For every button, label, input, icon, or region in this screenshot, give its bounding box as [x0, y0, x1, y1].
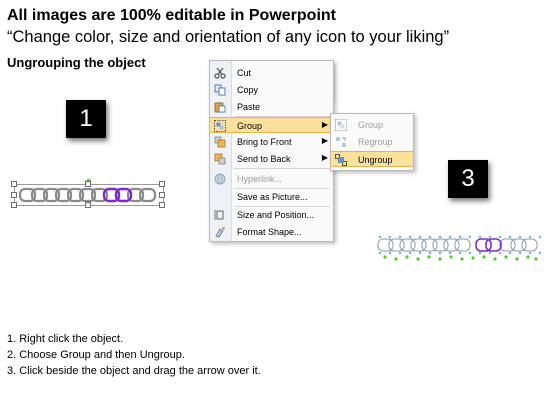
menu-item-label: Size and Position... — [237, 210, 315, 220]
menu-item-size-and-position[interactable]: Size and Position... — [210, 207, 333, 223]
grouped-chain-object[interactable] — [11, 179, 165, 208]
ungroup-icon — [335, 154, 347, 166]
page-subtitle: “Change color, size and orientation of a… — [7, 28, 450, 46]
menu-separator — [234, 168, 330, 169]
menu-item-label: Save as Picture... — [237, 192, 308, 202]
submenu-item-label: Group — [358, 120, 384, 130]
size-icon — [214, 210, 224, 220]
group-submenu: Group Regroup Ungroup — [330, 113, 414, 171]
page-headline: All images are 100% editable in Powerpoi… — [7, 7, 336, 24]
clipboard-icon — [214, 102, 226, 113]
group-icon — [335, 119, 347, 131]
menu-item-label: Group — [237, 121, 263, 131]
instruction-step-2: 2. Choose Group and then Ungroup. — [7, 349, 185, 361]
instruction-step-3: 3. Click beside the object and drag the … — [7, 365, 261, 377]
menu-item-group[interactable]: Group ▶ — [210, 117, 333, 133]
resize-handle[interactable] — [159, 192, 165, 198]
menu-item-label: Send to Back — [237, 154, 291, 164]
scissors-icon — [214, 67, 226, 79]
resize-handle[interactable] — [159, 181, 165, 187]
resize-handle[interactable] — [85, 202, 91, 208]
menu-item-cut[interactable]: Cut — [210, 65, 333, 81]
bring-to-front-icon — [214, 136, 226, 148]
menu-item-hyperlink[interactable]: Hyperlink... — [210, 171, 333, 187]
instruction-step-1: 1. Right click the object. — [7, 333, 124, 345]
menu-item-label: Paste — [237, 102, 261, 112]
resize-handle[interactable] — [11, 192, 17, 198]
menu-item-label: Copy — [237, 85, 259, 95]
submenu-arrow-icon: ▶ — [321, 120, 328, 129]
paint-icon — [215, 227, 225, 238]
menu-item-label: Cut — [237, 68, 252, 78]
instructions-list: 1. Right click the object. 2. Choose Gro… — [7, 331, 261, 379]
resize-handle[interactable] — [85, 181, 91, 187]
resize-handle[interactable] — [11, 202, 17, 208]
resize-handle[interactable] — [159, 202, 165, 208]
regroup-icon — [336, 137, 346, 147]
submenu-item-ungroup[interactable]: Ungroup — [331, 151, 413, 167]
resize-handle[interactable] — [11, 181, 17, 187]
menu-item-send-to-back[interactable]: Send to Back ▶ — [210, 151, 333, 167]
step-3-box: 3 — [448, 160, 488, 198]
menu-item-bring-to-front[interactable]: Bring to Front ▶ — [210, 134, 333, 150]
globe-icon — [214, 173, 226, 185]
submenu-arrow-icon: ▶ — [321, 153, 328, 162]
copy-icon — [214, 84, 226, 96]
menu-item-format-shape[interactable]: Format Shape... — [210, 224, 333, 240]
submenu-item-group[interactable]: Group — [331, 117, 413, 133]
group-icon — [214, 120, 226, 132]
submenu-arrow-icon: ▶ — [321, 136, 328, 145]
menu-item-save-as-picture[interactable]: Save as Picture... — [210, 189, 333, 205]
context-menu: Cut Copy Paste Group ▶ Bring to Front ▶ … — [209, 60, 334, 242]
submenu-item-regroup[interactable]: Regroup — [331, 134, 413, 150]
submenu-item-label: Regroup — [358, 137, 393, 147]
menu-item-label: Bring to Front — [237, 137, 292, 147]
send-to-back-icon — [214, 153, 226, 165]
section-title: Ungrouping the object — [7, 55, 146, 70]
submenu-item-label: Ungroup — [358, 155, 393, 165]
menu-item-paste[interactable]: Paste — [210, 99, 333, 115]
step-1-box: 1 — [66, 100, 106, 138]
menu-item-label: Hyperlink... — [237, 174, 283, 184]
ungrouped-chain-object[interactable] — [376, 230, 544, 264]
menu-item-label: Format Shape... — [237, 227, 302, 237]
menu-item-copy[interactable]: Copy — [210, 82, 333, 98]
